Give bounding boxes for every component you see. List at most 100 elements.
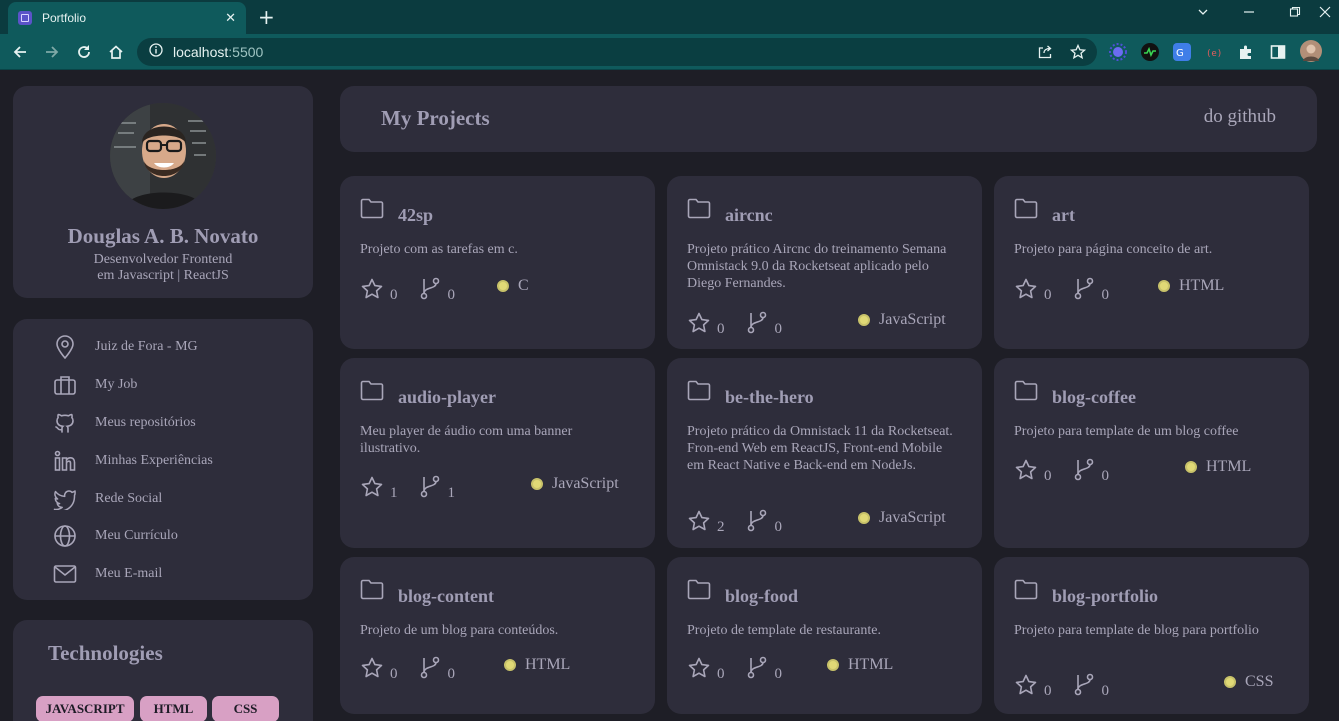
- extensions-puzzle-icon[interactable]: [1237, 43, 1255, 61]
- project-name: be-the-hero: [725, 387, 814, 407]
- stars-count: 0: [1044, 468, 1052, 484]
- project-name: blog-portfolio: [1052, 586, 1158, 606]
- url-host: localhost: [173, 44, 229, 60]
- project-header: 42sp: [360, 195, 433, 226]
- star-icon: [688, 510, 710, 531]
- folder-icon: [1014, 380, 1038, 406]
- link-experiences[interactable]: Minhas Experiências: [53, 449, 213, 473]
- extension-pulse-icon[interactable]: [1141, 43, 1159, 61]
- tech-badge: CSS: [212, 696, 279, 721]
- git-branch-icon: [420, 277, 439, 300]
- new-tab-button[interactable]: +: [258, 5, 275, 29]
- folder-icon: [687, 198, 711, 224]
- bookmark-star-icon[interactable]: [1069, 43, 1087, 65]
- project-stats: 0 0: [687, 310, 802, 337]
- github-link[interactable]: do github: [1204, 106, 1276, 128]
- stars-stat: 0: [360, 657, 398, 682]
- project-card[interactable]: 42sp Projeto com as tarefas em c. 0 0 C: [340, 176, 655, 349]
- star-icon: [688, 657, 710, 678]
- project-name: aircnc: [725, 205, 773, 225]
- folder-icon: [687, 380, 711, 406]
- project-card[interactable]: be-the-hero Projeto prático da Omnistack…: [667, 358, 982, 548]
- translate-icon[interactable]: G: [1173, 43, 1191, 61]
- project-name: art: [1052, 205, 1075, 225]
- project-name: blog-content: [398, 586, 494, 606]
- project-description: Projeto de um blog para conteúdos.: [360, 623, 559, 638]
- stars-count: 0: [1044, 683, 1052, 699]
- forks-stat: 0: [418, 655, 455, 682]
- back-arrow-icon[interactable]: [8, 40, 32, 64]
- project-language: JavaScript: [858, 509, 946, 527]
- linkedin-icon: [53, 449, 77, 473]
- language-name: HTML: [525, 656, 571, 673]
- forks-count: 0: [447, 287, 456, 303]
- forks-count: 0: [447, 666, 456, 682]
- project-header: blog-coffee: [1014, 377, 1136, 408]
- close-window-icon[interactable]: [1319, 6, 1331, 22]
- twitter-icon: [53, 487, 77, 511]
- tab-close-button[interactable]: ✕: [225, 11, 236, 26]
- language-dot: [1185, 461, 1197, 473]
- project-card[interactable]: aircnc Projeto prático Aircnc do treinam…: [667, 176, 982, 349]
- stars-stat: 1: [360, 476, 398, 501]
- language-name: JavaScript: [879, 311, 946, 328]
- project-card[interactable]: blog-portfolio Projeto para template de …: [994, 557, 1309, 714]
- profile-role-line1: Desenvolvedor Frontend: [93, 252, 233, 267]
- forward-arrow-icon[interactable]: [40, 40, 64, 64]
- link-email[interactable]: Meu E-mail: [53, 562, 162, 586]
- language-name: HTML: [1179, 277, 1225, 294]
- stars-stat: 0: [1014, 674, 1052, 699]
- language-name: HTML: [848, 656, 894, 673]
- project-language: JavaScript: [531, 475, 619, 493]
- link-repositories[interactable]: Meus repositórios: [53, 411, 196, 435]
- project-stats: 0 0: [1014, 457, 1129, 484]
- star-icon: [361, 476, 383, 497]
- link-social[interactable]: Rede Social: [53, 487, 162, 511]
- language-dot: [1158, 280, 1170, 292]
- extension-gear-icon[interactable]: [1109, 43, 1127, 61]
- project-card[interactable]: blog-coffee Projeto para template de um …: [994, 358, 1309, 548]
- project-header: audio-player: [360, 377, 496, 408]
- git-branch-icon: [1074, 458, 1093, 481]
- forks-stat: 1: [418, 474, 455, 501]
- home-icon[interactable]: [104, 40, 128, 64]
- project-language: JavaScript: [858, 311, 946, 329]
- github-icon: [53, 411, 77, 435]
- link-label: Juiz de Fora - MG: [95, 339, 198, 354]
- link-location[interactable]: Juiz de Fora - MG: [53, 335, 198, 359]
- project-language: C: [497, 277, 529, 295]
- project-card[interactable]: art Projeto para página conceito de art.…: [994, 176, 1309, 349]
- browser-tab[interactable]: Portfolio ✕: [8, 2, 246, 34]
- project-description: Projeto com as tarefas em c.: [360, 242, 518, 257]
- tech-badge: JAVASCRIPT: [36, 696, 134, 721]
- stars-count: 2: [717, 519, 725, 535]
- stars-stat: 0: [687, 312, 725, 337]
- git-branch-icon: [1074, 277, 1093, 300]
- minimize-icon[interactable]: [1243, 6, 1255, 22]
- profile-avatar-icon[interactable]: [1300, 40, 1322, 62]
- project-card[interactable]: blog-content Projeto de um blog para con…: [340, 557, 655, 714]
- project-card[interactable]: blog-food Projeto de template de restaur…: [667, 557, 982, 714]
- address-bar[interactable]: localhost:5500: [137, 38, 1097, 66]
- project-card[interactable]: audio-player Meu player de áudio com uma…: [340, 358, 655, 548]
- reload-icon[interactable]: [72, 40, 96, 64]
- link-label: Meu Currículo: [95, 528, 178, 543]
- share-icon[interactable]: [1037, 44, 1053, 65]
- folder-icon: [360, 579, 384, 605]
- git-branch-icon: [420, 475, 439, 498]
- side-panel-icon[interactable]: [1269, 43, 1287, 61]
- restore-icon[interactable]: [1289, 6, 1301, 22]
- tab-search-chevron-icon[interactable]: [1197, 6, 1209, 22]
- forks-count: 0: [774, 519, 783, 535]
- forks-count: 0: [1101, 287, 1110, 303]
- link-resume[interactable]: Meu Currículo: [53, 524, 178, 548]
- project-description: Projeto prático Aircnc do treinamento Se…: [687, 242, 947, 291]
- project-stats: 1 1: [360, 474, 475, 501]
- extension-code-icon[interactable]: (e): [1205, 43, 1223, 61]
- site-info-icon[interactable]: [149, 42, 163, 62]
- svg-text:G: G: [1176, 48, 1184, 59]
- project-stats: 2 0: [687, 508, 802, 535]
- mail-icon: [53, 562, 77, 586]
- forks-stat: 0: [1072, 276, 1109, 303]
- link-job[interactable]: My Job: [53, 373, 137, 397]
